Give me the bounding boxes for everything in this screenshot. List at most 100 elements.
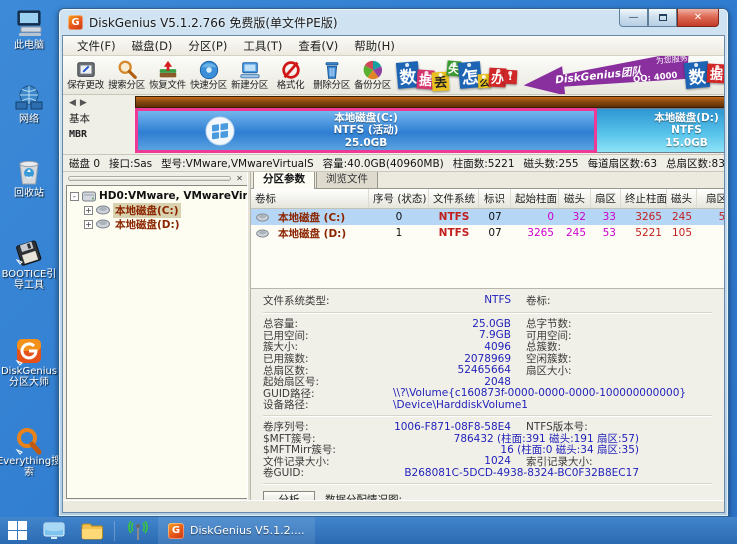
partition-detail-panel: 分区参数 浏览文件 卷标 序号 (状态) 文件系统 标识 起始柱面 磁头 扇区 …	[251, 172, 724, 500]
cell-end-sector: 4	[697, 227, 724, 239]
menu-view[interactable]: 查看(V)	[290, 36, 346, 56]
display-button[interactable]	[35, 517, 73, 544]
collapse-icon[interactable]: -	[70, 192, 79, 201]
menu-disk[interactable]: 磁盘(D)	[124, 36, 181, 56]
table-row-c[interactable]: 本地磁盘 (C:) 0 NTFS 07 0 32 33 3265 245 52	[251, 209, 724, 225]
maximize-button[interactable]	[648, 9, 677, 27]
col-filesystem[interactable]: 文件系统	[429, 189, 479, 208]
partition-block-c[interactable]: 本地磁盘(C:) NTFS (活动) 25.0GB	[135, 108, 597, 153]
info-row-device-path: 设备路径:\Device\HarddiskVolume1	[263, 399, 724, 411]
menu-tools[interactable]: 工具(T)	[235, 36, 290, 56]
col-id[interactable]: 标识	[479, 189, 511, 208]
new-partition-button[interactable]: 新建分区	[229, 57, 270, 93]
panel-close-icon[interactable]: ✕	[234, 173, 245, 184]
hard-disk-icon	[82, 191, 96, 202]
backup-partition-button[interactable]: 备份分区	[352, 57, 393, 93]
panel-gripper[interactable]	[68, 176, 231, 181]
desktop-icon-diskgenius[interactable]: DiskGenius 分区大师	[0, 336, 58, 388]
format-button[interactable]: 格式化	[270, 57, 311, 93]
partition-table: 卷标 序号 (状态) 文件系统 标识 起始柱面 磁头 扇区 终止柱面 磁头 扇区	[251, 189, 724, 288]
menu-help[interactable]: 帮助(H)	[346, 36, 403, 56]
table-header-row[interactable]: 卷标 序号 (状态) 文件系统 标识 起始柱面 磁头 扇区 终止柱面 磁头 扇区	[251, 189, 724, 209]
menu-partition[interactable]: 分区(P)	[180, 36, 235, 56]
cell-filesystem: NTFS	[429, 211, 479, 223]
quick-partition-button[interactable]: 快速分区	[188, 57, 229, 93]
tab-partition-params[interactable]: 分区参数	[253, 172, 315, 189]
recover-files-button[interactable]: 恢复文件	[147, 57, 188, 93]
table-row-d[interactable]: 本地磁盘 (D:) 1 NTFS 07 3265 245 53 5221 105…	[251, 225, 724, 241]
info-value: 2078969	[379, 353, 511, 365]
cell-end-head: 105	[667, 227, 697, 239]
close-button[interactable]: ✕	[677, 9, 719, 27]
delete-partition-button[interactable]: 删除分区	[311, 57, 352, 93]
expand-icon[interactable]: +	[84, 220, 93, 229]
col-start-head[interactable]: 磁头	[559, 189, 591, 208]
partition-table-type-label: MBR	[69, 127, 133, 142]
save-changes-icon	[75, 59, 97, 81]
file-explorer-button[interactable]	[73, 517, 111, 544]
ad-team-text: DiskGenius团队	[554, 63, 642, 87]
analyze-button[interactable]: 分析	[263, 491, 315, 500]
prev-disk-arrow-icon[interactable]: ◀	[69, 98, 76, 108]
cell-start-head: 32	[559, 211, 591, 223]
col-start-sector[interactable]: 扇区	[591, 189, 621, 208]
network-signal-icon	[126, 521, 150, 541]
toolbar-label: 新建分区	[231, 81, 268, 91]
start-icon	[8, 521, 27, 540]
desktop-icon-this-pc[interactable]: 此电脑	[0, 8, 58, 51]
desktop-icon-network[interactable]: 网络	[0, 84, 58, 125]
tree-item-label: 本地磁盘(C:)	[113, 203, 181, 218]
toolbar-label: 恢复文件	[149, 81, 186, 91]
info-value: 1024	[379, 455, 511, 467]
disk-capacity: 容量:40.0GB(40960MB)	[323, 156, 444, 171]
desktop-icon-label: DiskGenius	[1, 366, 57, 377]
drive-icon	[96, 205, 110, 215]
cell-index: 0	[369, 211, 429, 223]
col-index-status[interactable]: 序号 (状态)	[369, 189, 429, 208]
expand-icon[interactable]: +	[84, 206, 93, 215]
cell-end-sector: 52	[697, 211, 724, 223]
filesystem-info: 文件系统类型: NTFS 卷标: 总容量:25.0GB总字节数: 已用空间:7.…	[251, 288, 724, 500]
col-end-cylinder[interactable]: 终止柱面	[621, 189, 667, 208]
ad-tile[interactable]: !	[504, 70, 517, 85]
toolbar-label: 格式化	[277, 81, 305, 91]
start-button[interactable]	[0, 517, 35, 544]
partition-block-d[interactable]: 本地磁盘(D:) NTFS 15.0GB	[597, 108, 724, 153]
info-label: 设备路径:	[263, 397, 379, 412]
desktop-icon-everything[interactable]: Everything搜 索	[0, 426, 58, 478]
disk-total-sectors: 总扇区数:83886080	[666, 156, 724, 171]
cell-volume: 本地磁盘 (D:)	[273, 226, 351, 241]
ad-banner[interactable]: 数 据 丢 失 怎 么 办 ! DiskGenius团队 为您服务 QQ: 40…	[397, 57, 724, 93]
partition-c-fs: NTFS (活动)	[334, 124, 399, 137]
desktop-icon-label-line2: 分区大师	[9, 377, 49, 388]
save-changes-button[interactable]: 保存更改	[65, 57, 106, 93]
tab-browse-files[interactable]: 浏览文件	[316, 172, 378, 188]
search-partition-button[interactable]: 搜索分区	[106, 57, 147, 93]
partition-d-fs: NTFS	[654, 124, 719, 137]
ad-arrow-banner[interactable]: DiskGenius团队 为您服务 QQ: 4000	[522, 56, 692, 95]
taskbar-app-diskgenius[interactable]: G DiskGenius V5.1.2....	[158, 517, 315, 544]
tree-item-disk-d[interactable]: + 本地磁盘(D:)	[84, 217, 247, 231]
maximize-icon	[659, 14, 667, 21]
col-end-sector[interactable]: 扇区	[697, 189, 724, 208]
tree-item-disk-c[interactable]: + 本地磁盘(C:)	[84, 203, 247, 217]
network-tray-icon[interactable]	[118, 517, 158, 544]
title-bar[interactable]: G DiskGenius V5.1.2.766 免费版(单文件PE版) — ✕	[62, 9, 725, 35]
disk-graph: 本地磁盘(C:) NTFS (活动) 25.0GB 本地磁盘(D:) NTFS …	[133, 95, 724, 154]
desktop-icon-recycle-bin[interactable]: 回收站	[0, 156, 58, 199]
network-icon	[14, 84, 44, 114]
minimize-button[interactable]: —	[619, 9, 648, 27]
tree-item-disk0[interactable]: - HD0:VMware, VMwareVirtualS(40GB)	[70, 189, 247, 203]
menu-file[interactable]: 文件(F)	[69, 36, 124, 56]
next-disk-arrow-icon[interactable]: ▶	[80, 98, 87, 108]
ad-tile[interactable]: 据	[707, 64, 724, 84]
col-end-head[interactable]: 磁头	[667, 189, 697, 208]
recycle-bin-icon	[15, 156, 43, 188]
drive-icon	[256, 229, 269, 238]
cell-start-cylinder: 3265	[511, 227, 559, 239]
desktop-icon-bootice[interactable]: BOOTICE引 导工具	[0, 239, 58, 291]
col-volume-label[interactable]: 卷标	[251, 189, 369, 208]
col-start-cylinder[interactable]: 起始柱面	[511, 189, 559, 208]
desktop-icon-label-line2: 索	[24, 467, 34, 478]
window-title: DiskGenius V5.1.2.766 免费版(单文件PE版)	[89, 14, 338, 31]
